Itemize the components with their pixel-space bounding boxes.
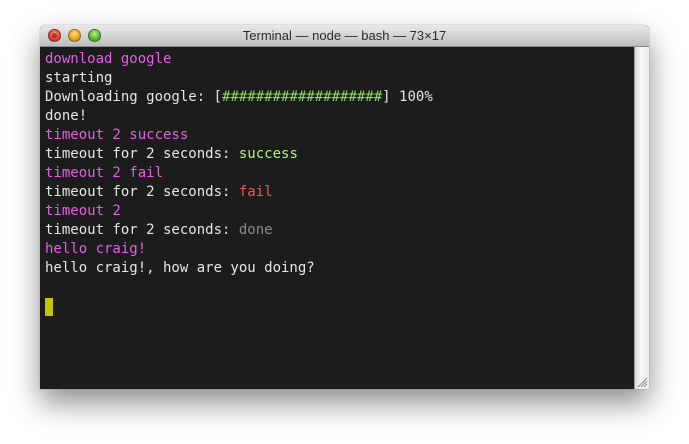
progress-bracket-close: ]	[382, 89, 391, 105]
terminal-line-output: timeout for 2 seconds: fail	[45, 183, 273, 202]
progress-bracket-open: [	[213, 89, 223, 105]
status-success: success	[238, 146, 298, 162]
terminal-line-command: hello craig!	[45, 241, 147, 257]
timeout-label: timeout for 2 seconds:	[45, 146, 239, 162]
terminal-line-output: timeout for 2 seconds: success	[45, 145, 298, 164]
terminal-line-output: done!	[45, 108, 88, 124]
terminal-line-output: starting	[45, 70, 113, 86]
terminal-cursor	[45, 298, 53, 316]
timeout-label: timeout for 2 seconds:	[45, 184, 239, 200]
terminal-line-command: timeout 2 fail	[45, 165, 164, 181]
terminal-output[interactable]: download google starting Downloading goo…	[40, 47, 634, 389]
terminal-window: Terminal — node — bash — 73×17 download …	[40, 25, 649, 389]
window-title: Terminal — node — bash — 73×17	[242, 28, 447, 43]
terminal-line-output: hello craig!, how are you doing?	[45, 260, 315, 276]
terminal-line-command: download google	[45, 51, 172, 67]
status-done: done	[238, 222, 273, 238]
progress-bar: ###################	[222, 89, 383, 105]
terminal-line-command: timeout 2	[45, 203, 121, 219]
vertical-scrollbar[interactable]	[634, 47, 649, 389]
status-fail: fail	[238, 184, 273, 200]
progress-label: Downloading google:	[45, 89, 214, 105]
terminal-line-progress: Downloading google: [###################…	[45, 88, 433, 107]
title-bar[interactable]: Terminal — node — bash — 73×17	[40, 25, 649, 47]
timeout-label: timeout for 2 seconds:	[45, 222, 239, 238]
resize-grip-icon[interactable]	[636, 376, 648, 388]
progress-percent: 100%	[390, 89, 433, 105]
terminal-line-command: timeout 2 success	[45, 127, 189, 143]
terminal-line-output: timeout for 2 seconds: done	[45, 221, 273, 240]
